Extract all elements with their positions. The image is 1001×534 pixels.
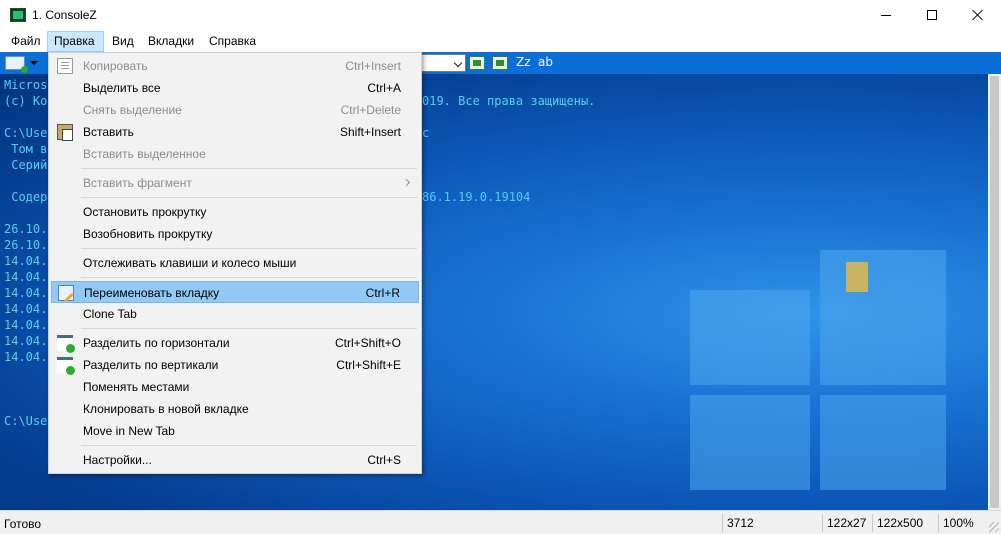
resize-grip[interactable] <box>989 522 999 532</box>
menu-item-stop-scroll[interactable]: Остановить прокрутку <box>51 201 419 223</box>
rename-tab-icon <box>58 285 74 301</box>
close-button[interactable] <box>955 0 1001 30</box>
menu-view[interactable]: Вид <box>106 31 140 52</box>
console-line: 14.04. <box>4 254 48 268</box>
console-line: Серий <box>4 158 48 172</box>
paste-icon <box>57 124 73 141</box>
menu-item-settings[interactable]: Настройки... Ctrl+S <box>51 449 419 471</box>
console-split-icon[interactable] <box>492 56 508 70</box>
status-bar: Готово 3712 122x27 122x500 100% <box>0 510 1001 534</box>
menu-item-split-vertical[interactable]: Разделить по вертикали Ctrl+Shift+E <box>51 354 419 376</box>
menu-bar: Файл Правка Вид Вкладки Справка <box>0 30 1001 52</box>
console-line: Содер <box>4 190 48 204</box>
menu-item-split-horizontal[interactable]: Разделить по горизонтали Ctrl+Shift+O <box>51 332 419 354</box>
console-line: Micros <box>4 78 48 92</box>
console-line: 26.10. <box>4 238 48 252</box>
console-line: 14.04. <box>4 302 48 316</box>
status-pid: 3712 <box>722 514 822 532</box>
console-line: 14.04. <box>4 350 48 364</box>
menu-file[interactable]: Файл <box>5 31 47 52</box>
menu-item-clone-tab[interactable]: Clone Tab <box>51 303 419 325</box>
new-tab-icon[interactable] <box>5 56 28 73</box>
console-line: C:\Use <box>4 126 48 140</box>
menu-edit[interactable]: Правка <box>47 31 104 52</box>
close-icon <box>972 9 984 21</box>
windows-logo-wallpaper <box>680 250 950 490</box>
menu-item-paste[interactable]: Вставить Shift+Insert <box>51 121 419 143</box>
console-line: 26.10. <box>4 222 48 236</box>
split-vertical-icon <box>57 357 75 375</box>
console-window-icon[interactable] <box>469 56 485 70</box>
menu-separator <box>81 328 417 329</box>
console-line: 14.04. <box>4 318 48 332</box>
submenu-arrow-icon <box>402 178 411 187</box>
console-line: C:\Use <box>4 414 48 428</box>
console-line-fragment: c <box>422 126 430 140</box>
scrollbar-thumb[interactable] <box>990 76 999 508</box>
copy-icon <box>57 58 73 74</box>
minimize-button[interactable] <box>863 0 909 30</box>
toolbar-zz-button[interactable]: Zz <box>516 55 531 69</box>
console-line: 14.04. <box>4 270 48 284</box>
menu-item-paste-selection[interactable]: Вставить выделенное <box>51 143 419 165</box>
menu-item-move-in-new-tab[interactable]: Move in New Tab <box>51 420 419 442</box>
console-line-fragment: 86.1.19.0.19104 <box>422 190 531 204</box>
console-line-fragment: 019. Все права защищены. <box>422 94 596 108</box>
split-horizontal-icon <box>57 335 75 353</box>
status-text: Готово <box>4 517 42 531</box>
console-line: 14.04. <box>4 286 48 300</box>
status-buffer-size: 122x500 <box>872 514 938 532</box>
console-line: (c) Ко <box>4 94 48 108</box>
menu-tabs[interactable]: Вкладки <box>142 31 200 52</box>
minimize-icon <box>881 14 891 16</box>
menu-separator <box>81 248 417 249</box>
tab-select-combo[interactable] <box>420 54 466 72</box>
menu-help[interactable]: Справка <box>203 31 262 52</box>
toolbar-ab-button[interactable]: ab <box>538 55 553 69</box>
status-window-size: 122x27 <box>822 514 872 532</box>
console-line: Том в <box>4 142 48 156</box>
menu-item-copy[interactable]: Копировать Ctrl+Insert <box>51 55 419 77</box>
maximize-icon <box>927 10 937 20</box>
console-app-icon[interactable] <box>10 8 26 22</box>
menu-item-rename-tab[interactable]: Переименовать вкладку Ctrl+R <box>51 281 419 303</box>
menu-separator <box>81 445 417 446</box>
folder-icon <box>846 262 868 292</box>
edit-menu-dropdown: Копировать Ctrl+Insert Выделить все Ctrl… <box>48 52 422 474</box>
menu-separator <box>81 168 417 169</box>
menu-separator <box>81 197 417 198</box>
menu-item-paste-snippet[interactable]: Вставить фрагмент <box>51 172 419 194</box>
vertical-scrollbar[interactable] <box>988 74 1001 510</box>
menu-item-swap-panes[interactable]: Поменять местами <box>51 376 419 398</box>
new-tab-dropdown-icon[interactable] <box>30 61 38 65</box>
menu-separator <box>81 277 417 278</box>
title-bar: 1. ConsoleZ <box>0 0 1001 30</box>
menu-item-clear-selection[interactable]: Снять выделение Ctrl+Delete <box>51 99 419 121</box>
menu-item-clone-in-new-tab[interactable]: Клонировать в новой вкладке <box>51 398 419 420</box>
window-title: 1. ConsoleZ <box>32 8 97 22</box>
menu-item-resume-scroll[interactable]: Возобновить прокрутку <box>51 223 419 245</box>
console-line: 14.04. <box>4 334 48 348</box>
menu-item-track-keys-mouse[interactable]: Отслеживать клавиши и колесо мыши <box>51 252 419 274</box>
menu-item-select-all[interactable]: Выделить все Ctrl+A <box>51 77 419 99</box>
maximize-button[interactable] <box>909 0 955 30</box>
status-zoom: 100% <box>938 514 986 532</box>
